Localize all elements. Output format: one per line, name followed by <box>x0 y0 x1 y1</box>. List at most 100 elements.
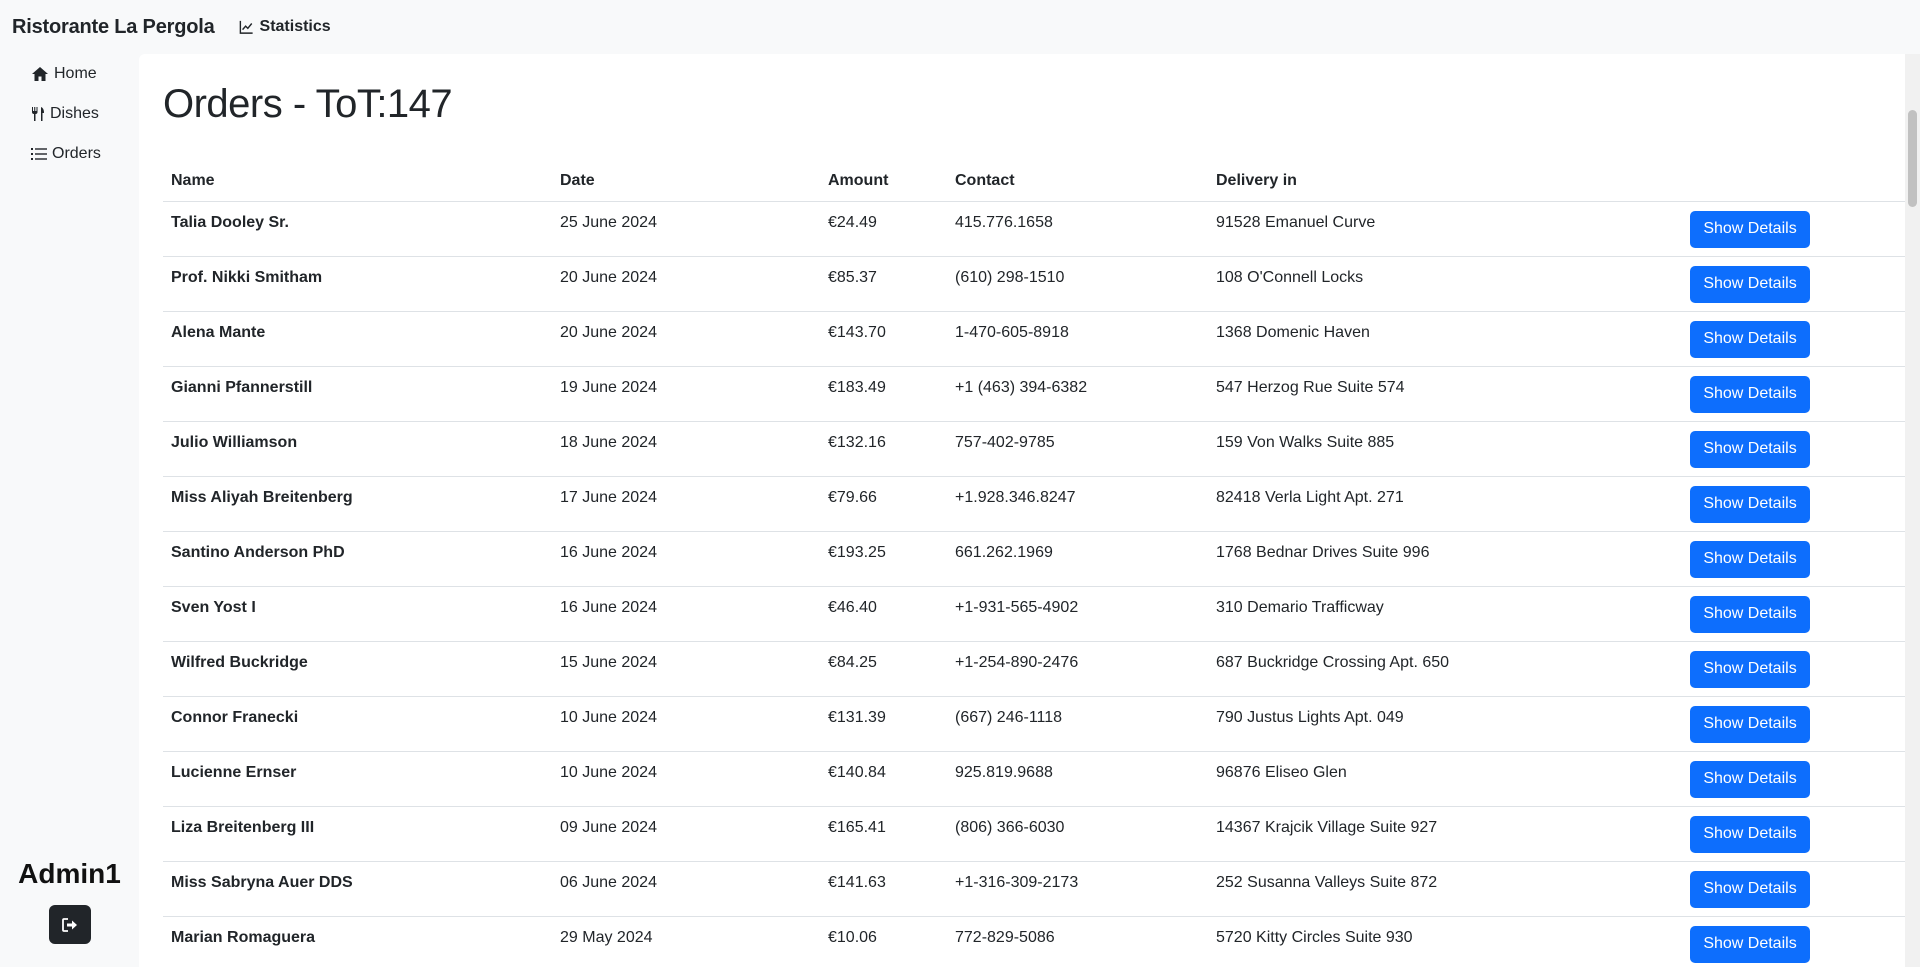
show-details-button[interactable]: Show Details <box>1690 705 1810 743</box>
cell-delivery: 790 Justus Lights Apt. 049 <box>1208 696 1682 752</box>
table-header-row: Name Date Amount Contact Delivery in <box>163 154 1905 202</box>
cell-amount: €131.39 <box>820 696 947 752</box>
logout-button[interactable] <box>49 905 91 944</box>
show-details-button[interactable]: Show Details <box>1690 210 1810 248</box>
cell-date: 09 June 2024 <box>552 806 820 862</box>
cell-contact: +1.928.346.8247 <box>947 476 1208 532</box>
show-details-button[interactable]: Show Details <box>1690 595 1810 633</box>
cell-contact: (610) 298-1510 <box>947 256 1208 312</box>
home-icon <box>32 67 48 81</box>
show-details-button[interactable]: Show Details <box>1690 430 1810 468</box>
cell-name: Alena Mante <box>163 311 552 367</box>
cell-contact: +1-254-890-2476 <box>947 641 1208 697</box>
show-details-button[interactable]: Show Details <box>1690 925 1810 963</box>
cell-name: Talia Dooley Sr. <box>163 201 552 257</box>
sidebar-item-orders[interactable]: Orders <box>31 145 101 163</box>
cell-action: Show Details <box>1682 641 1905 697</box>
table-row: Wilfred Buckridge 15 June 2024 €84.25 +1-25… <box>163 641 1905 697</box>
cell-action: Show Details <box>1682 696 1905 752</box>
brand-name[interactable]: Ristorante La Pergola <box>12 16 215 39</box>
cell-delivery: 82418 Verla Light Apt. 271 <box>1208 476 1682 532</box>
show-details-button[interactable]: Show Details <box>1690 265 1810 303</box>
orders-table-body: Talia Dooley Sr. 25 June 2024 €24.49 415.77… <box>163 201 1905 967</box>
cell-date: 29 May 2024 <box>552 916 820 967</box>
cell-name: Connor Franecki <box>163 696 552 752</box>
cell-name: Julio Williamson <box>163 421 552 477</box>
cell-date: 16 June 2024 <box>552 531 820 587</box>
page-title: Orders - ToT:147 <box>163 82 453 126</box>
cell-contact: 415.776.1658 <box>947 201 1208 257</box>
cell-action: Show Details <box>1682 861 1905 917</box>
cell-action: Show Details <box>1682 421 1905 477</box>
cell-amount: €79.66 <box>820 476 947 532</box>
cell-date: 17 June 2024 <box>552 476 820 532</box>
show-details-button[interactable]: Show Details <box>1690 375 1810 413</box>
cell-name: Santino Anderson PhD <box>163 531 552 587</box>
cell-amount: €132.16 <box>820 421 947 477</box>
cell-action: Show Details <box>1682 256 1905 312</box>
header-actions <box>1682 154 1905 202</box>
cell-date: 10 June 2024 <box>552 696 820 752</box>
cell-action: Show Details <box>1682 201 1905 257</box>
show-details-button[interactable]: Show Details <box>1690 650 1810 688</box>
show-details-button[interactable]: Show Details <box>1690 540 1810 578</box>
cell-contact: +1 (463) 394-6382 <box>947 366 1208 422</box>
table-row: Alena Mante 20 June 2024 €143.70 1-470-605-… <box>163 311 1905 367</box>
chart-line-icon <box>239 20 253 34</box>
cell-amount: €84.25 <box>820 641 947 697</box>
cell-name: Miss Aliyah Breitenberg <box>163 476 552 532</box>
cell-action: Show Details <box>1682 586 1905 642</box>
sidebar-item-home[interactable]: Home <box>31 65 97 83</box>
cell-delivery: 14367 Krajcik Village Suite 927 <box>1208 806 1682 862</box>
table-row: Talia Dooley Sr. 25 June 2024 €24.49 415.77… <box>163 201 1905 257</box>
cell-date: 15 June 2024 <box>552 641 820 697</box>
sidebar-item-dishes[interactable]: Dishes <box>31 105 99 123</box>
show-details-button[interactable]: Show Details <box>1690 320 1810 358</box>
cell-delivery: 310 Demario Trafficway <box>1208 586 1682 642</box>
show-details-button[interactable]: Show Details <box>1690 815 1810 853</box>
cell-amount: €140.84 <box>820 751 947 807</box>
cell-contact: (667) 246-1118 <box>947 696 1208 752</box>
cell-amount: €165.41 <box>820 806 947 862</box>
table-row: Santino Anderson PhD 16 June 2024 €193.25 6… <box>163 531 1905 587</box>
cell-contact: 757-402-9785 <box>947 421 1208 477</box>
cell-amount: €183.49 <box>820 366 947 422</box>
table-row: Prof. Nikki Smitham 20 June 2024 €85.37 (61… <box>163 256 1905 312</box>
cell-name: Marian Romaguera <box>163 916 552 967</box>
show-details-button[interactable]: Show Details <box>1690 870 1810 908</box>
list-icon <box>31 148 47 160</box>
show-details-button[interactable]: Show Details <box>1690 760 1810 798</box>
cell-delivery: 547 Herzog Rue Suite 574 <box>1208 366 1682 422</box>
cell-action: Show Details <box>1682 311 1905 367</box>
cell-date: 19 June 2024 <box>552 366 820 422</box>
cell-name: Liza Breitenberg III <box>163 806 552 862</box>
cell-amount: €10.06 <box>820 916 947 967</box>
cell-action: Show Details <box>1682 476 1905 532</box>
cell-action: Show Details <box>1682 751 1905 807</box>
main-content: Orders - ToT:147 Name Date Amount Contac… <box>139 54 1905 967</box>
cell-amount: €85.37 <box>820 256 947 312</box>
cell-action: Show Details <box>1682 531 1905 587</box>
cell-action: Show Details <box>1682 806 1905 862</box>
logout-icon <box>62 917 77 932</box>
cell-delivery: 159 Von Walks Suite 885 <box>1208 421 1682 477</box>
cell-amount: €193.25 <box>820 531 947 587</box>
header-name: Name <box>163 154 552 202</box>
cell-amount: €141.63 <box>820 861 947 917</box>
header-amount: Amount <box>820 154 947 202</box>
cell-date: 25 June 2024 <box>552 201 820 257</box>
sidebar-item-label: Dishes <box>50 105 99 122</box>
cell-contact: +1-931-565-4902 <box>947 586 1208 642</box>
scrollbar-thumb[interactable] <box>1908 110 1917 207</box>
show-details-button[interactable]: Show Details <box>1690 485 1810 523</box>
header-date: Date <box>552 154 820 202</box>
cell-action: Show Details <box>1682 916 1905 967</box>
sidebar: Home Dishes Orders Admin1 <box>0 54 139 967</box>
cell-delivery: 1368 Domenic Haven <box>1208 311 1682 367</box>
utensils-icon <box>32 107 44 121</box>
scrollbar[interactable] <box>1905 54 1920 967</box>
sidebar-item-label: Orders <box>52 145 101 162</box>
cell-contact: 925.819.9688 <box>947 751 1208 807</box>
nav-statistics-link[interactable]: Statistics <box>239 18 331 36</box>
cell-date: 20 June 2024 <box>552 311 820 367</box>
